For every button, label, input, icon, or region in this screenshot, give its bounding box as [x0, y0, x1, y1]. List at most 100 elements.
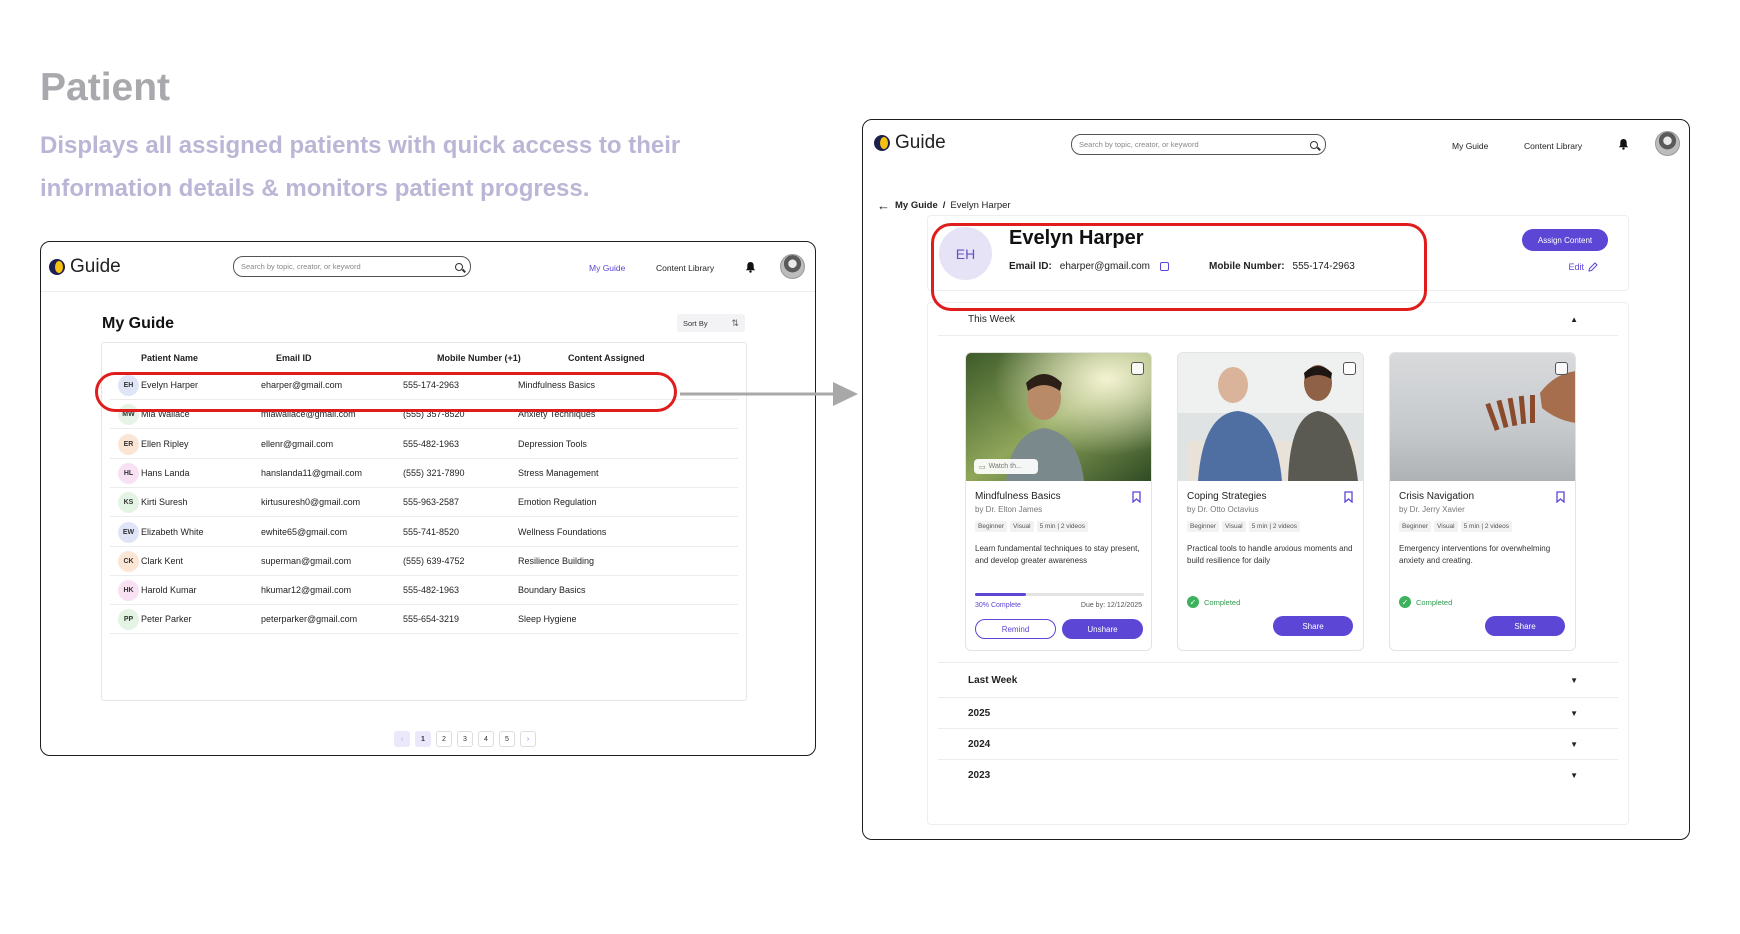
- sort-label: Sort By: [683, 318, 708, 328]
- watch-chip[interactable]: ▭ Watch th...: [974, 459, 1038, 474]
- content-card[interactable]: Coping Strategies by Dr. Otto Octavius B…: [1177, 352, 1364, 651]
- page-4-button[interactable]: 4: [478, 731, 494, 747]
- page-3-button[interactable]: 3: [457, 731, 473, 747]
- bookmark-icon[interactable]: [1132, 491, 1141, 503]
- pagination: ‹ 1 2 3 4 5 ›: [394, 731, 536, 747]
- patient-initials-avatar: EW: [118, 521, 139, 543]
- edit-button[interactable]: Edit: [1568, 262, 1598, 272]
- table-row[interactable]: MW Mia Wallace miawallace@gmail.com (555) 3…: [110, 400, 738, 430]
- section-label: 2023: [968, 770, 991, 781]
- select-checkbox[interactable]: [1343, 362, 1356, 375]
- breadcrumb: ← My Guide / Evelyn Harper: [877, 198, 1011, 213]
- column-header-content: Content Assigned: [568, 353, 645, 363]
- search-icon[interactable]: [455, 262, 463, 271]
- content-cell: Sleep Hygiene: [518, 614, 577, 625]
- card-tags: Beginner Visual 5 min | 2 videos: [1187, 521, 1301, 532]
- card-description: Practical tools to handle anxious moment…: [1187, 544, 1353, 565]
- search-icon[interactable]: [1310, 140, 1318, 149]
- table-row[interactable]: EH Evelyn Harper eharper@gmail.com 555-174-…: [110, 371, 738, 400]
- status-label: Completed: [1416, 597, 1453, 607]
- breadcrumb-current: Evelyn Harper: [950, 200, 1011, 211]
- content-cell: Depression Tools: [518, 438, 587, 449]
- user-avatar[interactable]: [1655, 131, 1680, 156]
- nav-my-guide[interactable]: My Guide: [589, 263, 625, 273]
- patient-mobile: 555-174-2963: [1292, 261, 1355, 272]
- email-cell: hkumar12@gmail.com: [261, 585, 352, 596]
- card-author: by Dr. Otto Octavius: [1187, 505, 1259, 514]
- progress-label: 30% Complete: [975, 602, 1021, 609]
- table-row[interactable]: ER Ellen Ripley ellenr@gmail.com 555-482-19…: [110, 430, 738, 459]
- bookmark-icon[interactable]: [1344, 491, 1353, 503]
- watch-chip-label: Watch th...: [988, 463, 1022, 470]
- nav-content-library[interactable]: Content Library: [656, 263, 714, 273]
- section-label: 2025: [968, 707, 991, 719]
- check-icon: ✓: [1187, 596, 1199, 608]
- copy-icon[interactable]: [1159, 262, 1169, 271]
- table-row[interactable]: HL Hans Landa hanslanda11@gmail.com (555) 3…: [110, 459, 738, 488]
- patient-name-cell: Mia Wallace: [141, 409, 190, 420]
- mobile-cell: 555-174-2963: [403, 380, 460, 390]
- column-header-email: Email ID: [276, 353, 312, 363]
- search-input[interactable]: Search by topic, creator, or keyword: [233, 256, 471, 277]
- mobile-cell: (555) 321-7890: [403, 467, 465, 478]
- card-author: by Dr. Elton James: [975, 505, 1043, 514]
- tag-duration: 5 min | 2 videos: [1460, 521, 1513, 532]
- section-last-week[interactable]: Last Week ▼: [938, 662, 1618, 698]
- chevron-down-icon: ▼: [1570, 739, 1578, 749]
- content-card[interactable]: ▭ Watch th... Mindfulness Basics by Dr. …: [965, 352, 1152, 651]
- nav-my-guide[interactable]: My Guide: [1452, 141, 1488, 151]
- share-button[interactable]: Share: [1273, 616, 1353, 636]
- sort-by-dropdown[interactable]: Sort By ⇅: [677, 314, 745, 332]
- breadcrumb-parent[interactable]: My Guide: [895, 200, 938, 211]
- unshare-button[interactable]: Unshare: [1062, 619, 1143, 639]
- nav-content-library[interactable]: Content Library: [1524, 141, 1582, 151]
- completed-status: ✓ Completed: [1399, 596, 1452, 608]
- content-card[interactable]: Crisis Navigation by Dr. Jerry Xavier Be…: [1389, 352, 1576, 651]
- page-2-button[interactable]: 2: [436, 731, 452, 747]
- bell-icon[interactable]: [1618, 138, 1629, 150]
- share-button[interactable]: Share: [1485, 616, 1565, 636]
- due-date: Due by: 12/12/2025: [1080, 602, 1142, 609]
- logo-icon: [49, 259, 65, 275]
- assign-content-button[interactable]: Assign Content: [1522, 229, 1608, 251]
- prev-page-button[interactable]: ‹: [394, 731, 410, 747]
- back-arrow-icon[interactable]: ←: [877, 198, 890, 213]
- top-nav: Guide Search by topic, creator, or keywo…: [41, 242, 815, 292]
- tag-duration: 5 min | 2 videos: [1036, 521, 1089, 532]
- mobile-cell: 555-482-1963: [403, 585, 460, 596]
- patient-contact: Email ID: eharper@gmail.com Mobile Numbe…: [1009, 261, 1355, 272]
- select-checkbox[interactable]: [1555, 362, 1568, 375]
- bookmark-icon[interactable]: [1556, 491, 1565, 503]
- remind-button[interactable]: Remind: [975, 619, 1056, 639]
- logo[interactable]: Guide: [49, 256, 121, 278]
- tag-level: Beginner: [1187, 521, 1220, 532]
- next-page-button[interactable]: ›: [520, 731, 536, 747]
- table-row[interactable]: EW Elizabeth White ewhite65@gmail.com 555-7…: [110, 518, 738, 547]
- card-title: Coping Strategies: [1187, 491, 1267, 502]
- patient-name-cell: Ellen Ripley: [141, 438, 189, 449]
- section-2025[interactable]: 2025 ▼: [938, 698, 1618, 729]
- page-1-button[interactable]: 1: [415, 731, 431, 747]
- patients-table: Patient Name Email ID Mobile Number (+1)…: [101, 342, 747, 701]
- search-input[interactable]: Search by topic, creator, or keyword: [1071, 134, 1326, 155]
- mobile-label: Mobile Number:: [1208, 261, 1285, 272]
- completed-status: ✓ Completed: [1187, 596, 1240, 608]
- table-row[interactable]: KS Kirti Suresh kirtusuresh0@gmail.com 555-…: [110, 488, 738, 518]
- table-row[interactable]: HK Harold Kumar hkumar12@gmail.com 555-482-…: [110, 576, 738, 606]
- patient-name-cell: Peter Parker: [141, 614, 192, 625]
- table-row[interactable]: CK Clark Kent superman@gmail.com (555) 639-…: [110, 547, 738, 576]
- section-2023[interactable]: 2023 ▼: [938, 760, 1618, 791]
- page-5-button[interactable]: 5: [499, 731, 515, 747]
- assigned-content-panel: This Week ▲ ▭ Watch th... Mindfulness Ba…: [927, 302, 1629, 825]
- bell-icon[interactable]: [745, 261, 756, 273]
- patient-detail-screen: Guide Search by topic, creator, or keywo…: [862, 119, 1690, 840]
- section-this-week[interactable]: This Week ▲: [938, 303, 1618, 336]
- section-2024[interactable]: 2024 ▼: [938, 729, 1618, 760]
- edit-label: Edit: [1568, 262, 1584, 272]
- user-avatar[interactable]: [780, 254, 805, 279]
- patient-initials-avatar: HL: [118, 462, 139, 484]
- breadcrumb-separator: /: [942, 200, 946, 211]
- table-row[interactable]: PP Peter Parker peterparker@gmail.com 555-6…: [110, 605, 738, 635]
- logo[interactable]: Guide: [874, 132, 946, 154]
- select-checkbox[interactable]: [1131, 362, 1144, 375]
